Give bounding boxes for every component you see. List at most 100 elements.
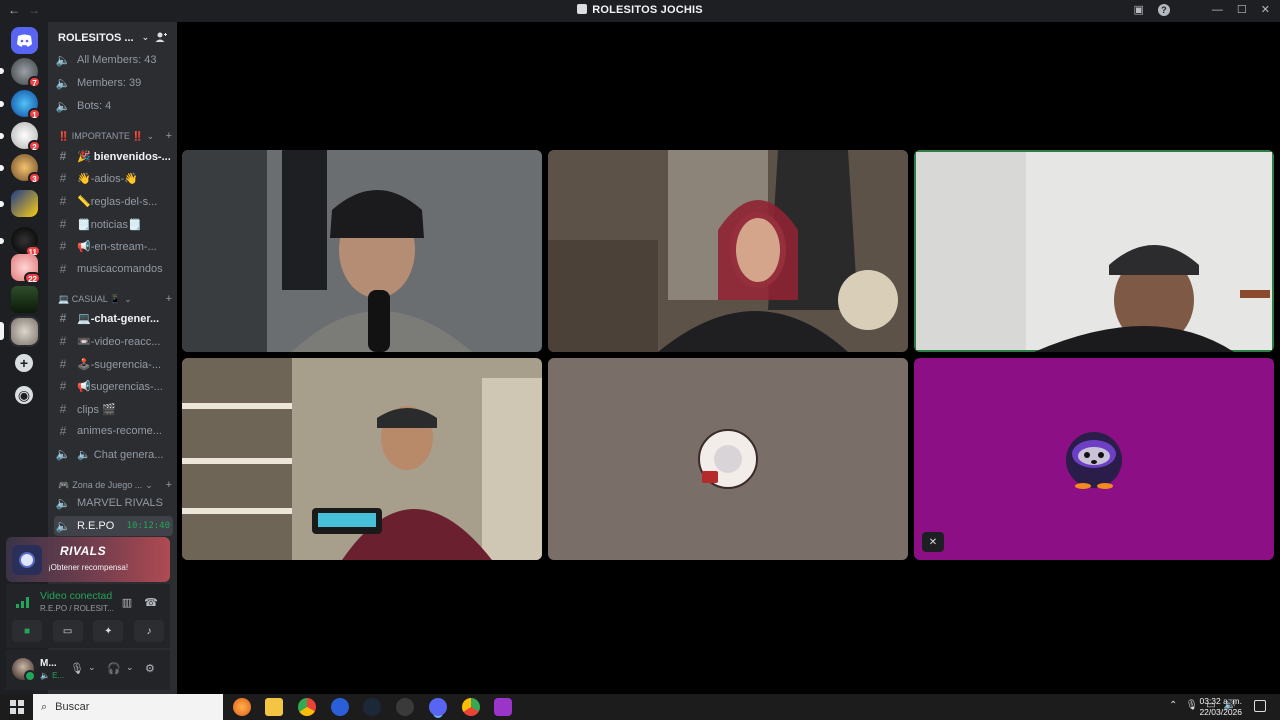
channel-video-reacciones[interactable]: # 📼-video-reacc...: [54, 331, 173, 351]
disconnect-icon[interactable]: ☎: [144, 596, 158, 609]
microphone-icon[interactable]: 🎙: [70, 662, 84, 675]
category-casual[interactable]: 💻 CASUAL 📱 ⌄ +: [58, 292, 172, 306]
server-5-icon[interactable]: [0, 190, 38, 217]
user-name[interactable]: M...: [40, 658, 57, 669]
server-8-icon[interactable]: [11, 286, 38, 313]
hashtag-icon: #: [59, 311, 67, 325]
category-importante[interactable]: ‼️ IMPORTANTE ‼️ ⌄ +: [58, 129, 172, 143]
channel-noticias[interactable]: # 🗒️noticias🗒️: [54, 214, 173, 234]
activities-button[interactable]: ✦: [93, 620, 124, 642]
minimize-button[interactable]: —: [1212, 4, 1223, 16]
chevron-down-icon[interactable]: ⌄: [88, 662, 96, 673]
stat-members[interactable]: 🔈 Members: 39: [54, 73, 173, 93]
clock[interactable]: 03:32 a. m. 22/03/2026: [1199, 696, 1242, 718]
discover-compass-icon[interactable]: ◉: [15, 386, 33, 404]
screen-share-button[interactable]: ▭: [52, 620, 83, 642]
server-4-icon[interactable]: 3: [0, 154, 41, 184]
soundboard-button[interactable]: ♪: [133, 620, 164, 642]
hashtag-icon: #: [59, 402, 67, 416]
server-6-icon[interactable]: 11: [0, 227, 41, 257]
close-button[interactable]: ✕: [1261, 3, 1270, 16]
chevron-down-icon: ⌄: [124, 293, 132, 304]
rivals-promo-card[interactable]: RIVALS ¡Obtener recompensa!: [6, 537, 170, 582]
hashtag-icon: #: [59, 424, 67, 438]
chevron-down-icon: ⌄: [141, 32, 150, 42]
channel-en-stream[interactable]: # 📢-en-stream-...: [54, 236, 173, 256]
video-tile-3-speaking[interactable]: [914, 150, 1274, 352]
add-server-icon[interactable]: +: [15, 354, 33, 372]
server-2-icon[interactable]: 1: [0, 90, 41, 120]
soundboard-icon: ♪: [146, 625, 152, 637]
voice-channel-repo[interactable]: 🔈 R.E.PO 10:12:40: [54, 516, 173, 536]
windows-start-icon[interactable]: [10, 700, 24, 714]
video-tile-1[interactable]: [182, 150, 542, 352]
speaker-icon: 🔈: [55, 447, 71, 461]
taskbar-search[interactable]: ⌕ Buscar: [33, 694, 223, 720]
discord-window: ← → ROLESITOS JOCHIS ▣ ? — ☐ ✕ 7 1 2 3 1…: [0, 0, 1280, 720]
video-tile-5-avatar[interactable]: [548, 358, 908, 560]
server-active-icon[interactable]: [0, 318, 38, 345]
voice-status[interactable]: Video conectado: [40, 590, 112, 602]
noise-suppression-icon[interactable]: ▥: [120, 596, 134, 609]
server-header[interactable]: ROLESITOS ... ⌄: [48, 22, 177, 53]
server-3-icon[interactable]: 2: [0, 122, 41, 152]
voice-location[interactable]: R.E.PO / ROLESIT...: [40, 604, 114, 613]
microphone-tray-icon[interactable]: 🎙: [1185, 700, 1198, 711]
obs-icon[interactable]: [396, 698, 414, 716]
add-channel-icon[interactable]: +: [166, 130, 172, 142]
channel-adios[interactable]: # 👋-adios-👋: [54, 168, 173, 188]
channel-chat-general-voice[interactable]: 🔈 🔈 Chat genera...: [54, 444, 173, 464]
notifications-icon[interactable]: [1254, 700, 1266, 712]
add-member-icon[interactable]: [155, 31, 167, 43]
headphones-icon[interactable]: 🎧: [107, 662, 121, 675]
channel-clips[interactable]: # clips 🎬: [54, 399, 173, 419]
user-panel: M... 🔈 E... 🎙 ⌄ 🎧 ⌄ ⚙: [6, 650, 170, 690]
chrome-icon[interactable]: [298, 698, 316, 716]
window-title: ROLESITOS JOCHIS: [0, 4, 1280, 16]
speaker-icon: 🔈: [55, 99, 71, 113]
user-avatar[interactable]: [12, 658, 36, 682]
voice-channel-marvel-rivals[interactable]: 🔈 MARVEL RIVALS: [54, 493, 173, 513]
discord-taskbar-icon[interactable]: [429, 698, 447, 716]
participant-video-3: [916, 152, 1272, 352]
stat-all-members[interactable]: 🔈 All Members: 43: [54, 50, 173, 70]
video-tile-2[interactable]: [548, 150, 908, 352]
discord-home-button[interactable]: [11, 27, 38, 54]
hashtag-icon: #: [59, 239, 67, 253]
category-zona-de-juego[interactable]: 🎮 Zona de Juego ... ⌄ +: [58, 478, 172, 492]
video-tile-6-avatar[interactable]: ✕: [914, 358, 1274, 560]
camera-button[interactable]: ■: [12, 620, 42, 642]
hashtag-icon: #: [59, 217, 67, 231]
channel-chat-general[interactable]: # 💻-chat-gener...: [54, 308, 173, 328]
channel-animes[interactable]: # animes-recome...: [54, 421, 173, 441]
chrome-profile-icon[interactable]: [462, 698, 480, 716]
participant-video-1: [182, 150, 542, 352]
file-explorer-icon[interactable]: [265, 698, 283, 716]
c-app-icon[interactable]: [331, 698, 349, 716]
window-title-text: ROLESITOS JOCHIS: [592, 4, 703, 16]
settings-gear-icon[interactable]: ⚙: [145, 662, 155, 675]
server-7-icon[interactable]: 22: [11, 254, 41, 284]
add-channel-icon[interactable]: +: [166, 479, 172, 491]
help-icon[interactable]: ?: [1157, 3, 1170, 16]
maximize-button[interactable]: ☐: [1237, 3, 1247, 16]
signal-icon[interactable]: [16, 596, 30, 608]
chevron-down-icon[interactable]: ⌄: [126, 662, 134, 673]
stat-bots[interactable]: 🔈 Bots: 4: [54, 96, 173, 116]
channel-sugerencias[interactable]: # 📢sugerencias-...: [54, 376, 173, 396]
server-1-icon[interactable]: 7: [0, 58, 41, 88]
channel-sugerencia[interactable]: # 🕹️-sugerencia-...: [54, 354, 173, 374]
channel-bienvenidos[interactable]: # 🎉 bienvenidos-...: [54, 146, 173, 166]
hashtag-icon: #: [59, 194, 67, 208]
app-icon[interactable]: [494, 698, 512, 716]
promo-cta[interactable]: ¡Obtener recompensa!: [48, 563, 128, 572]
chevron-up-icon[interactable]: ⌃: [1169, 700, 1177, 711]
video-tile-4[interactable]: [182, 358, 542, 560]
add-channel-icon[interactable]: +: [166, 293, 172, 305]
channel-musicacomandos[interactable]: # musicacomandos: [54, 259, 173, 279]
activities-icon: ✦: [104, 625, 113, 637]
firefox-icon[interactable]: [233, 698, 251, 716]
steam-icon[interactable]: [363, 698, 381, 716]
channel-reglas[interactable]: # 📏reglas-del-s...: [54, 191, 173, 211]
inbox-icon[interactable]: ▣: [1134, 3, 1144, 16]
